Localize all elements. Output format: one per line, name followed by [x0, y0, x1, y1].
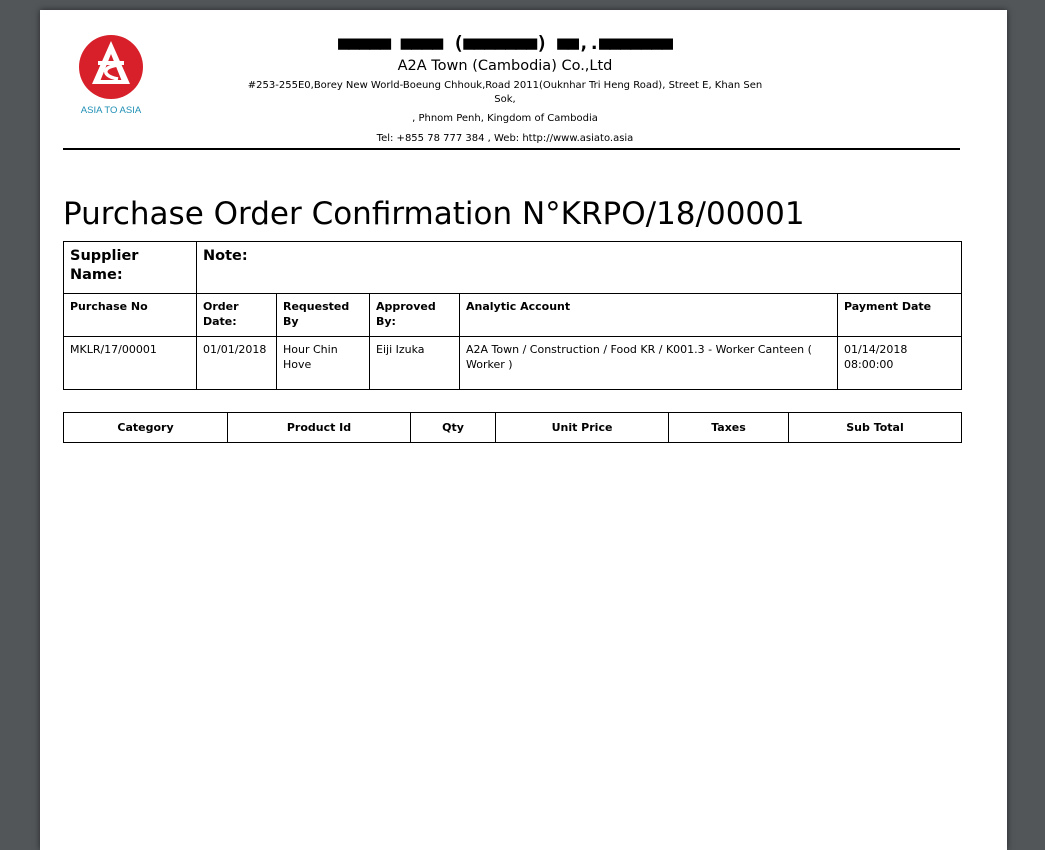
order-info-table: Supplier Name: Note: Purchase No Order D… [63, 241, 963, 390]
logo-caption: ASIA TO ASIA [80, 105, 142, 116]
purchase-no-header: Purchase No [63, 293, 197, 337]
sub-total-header: Sub Total [788, 412, 962, 443]
note-label: Note: [195, 241, 963, 294]
header-divider [63, 148, 960, 150]
info-header-row: Purchase No Order Date: Requested By App… [63, 293, 963, 337]
order-date-value: 01/01/2018 [196, 336, 277, 390]
pdf-page: ASIA TO ASIA ■■■■■ ■■■■ (■■■■■■■) ■■,.■■… [40, 10, 1007, 850]
requested-by-value: Hour Chin Hove [276, 336, 370, 390]
requested-by-header: Requested By [276, 293, 370, 337]
company-name: A2A Town (Cambodia) Co.,Ltd [397, 58, 613, 74]
supplier-name-label: Supplier Name: [63, 241, 197, 294]
analytic-account-value: A2A Town / Construction / Food KR / K001… [459, 336, 838, 390]
order-lines-header-row: Category Product Id Qty Unit Price Taxes… [63, 412, 962, 443]
company-address-line-2: Sok, [494, 94, 516, 105]
company-address-line-1: #253-255E0,Borey New World-Boeung Chhouk… [247, 80, 763, 91]
unit-price-header: Unit Price [495, 412, 669, 443]
approved-by-header: Approved By: [369, 293, 460, 337]
info-value-row: MKLR/17/00001 01/01/2018 Hour Chin Hove … [63, 336, 963, 390]
taxes-header: Taxes [668, 412, 789, 443]
document-title: Purchase Order Confirmation N°KRPO/18/00… [63, 196, 805, 232]
order-date-header: Order Date: [196, 293, 277, 337]
analytic-account-header: Analytic Account [459, 293, 838, 337]
qty-header: Qty [410, 412, 496, 443]
company-name-khmer: ■■■■■ ■■■■ (■■■■■■■) ■■,.■■■■■■■ [337, 32, 673, 54]
viewer-top-bar [0, 0, 1045, 10]
payment-date-header: Payment Date [836, 293, 963, 337]
approved-by-value: Eiji Izuka [369, 336, 460, 390]
asia-to-asia-logo-icon [79, 35, 143, 99]
payment-date-value: 01/14/2018 08:00:00 [836, 336, 963, 390]
category-header: Category [63, 412, 228, 443]
order-lines-table: Category Product Id Qty Unit Price Taxes… [63, 412, 962, 443]
product-id-header: Product Id [227, 412, 411, 443]
company-contact: Tel: +855 78 777 384 , Web: http://www.a… [376, 133, 634, 144]
purchase-no-value: MKLR/17/00001 [63, 336, 197, 390]
supplier-row: Supplier Name: Note: [63, 241, 963, 294]
company-address-line-3: , Phnom Penh, Kingdom of Cambodia [412, 113, 598, 124]
viewer-right-gutter [1007, 0, 1045, 840]
